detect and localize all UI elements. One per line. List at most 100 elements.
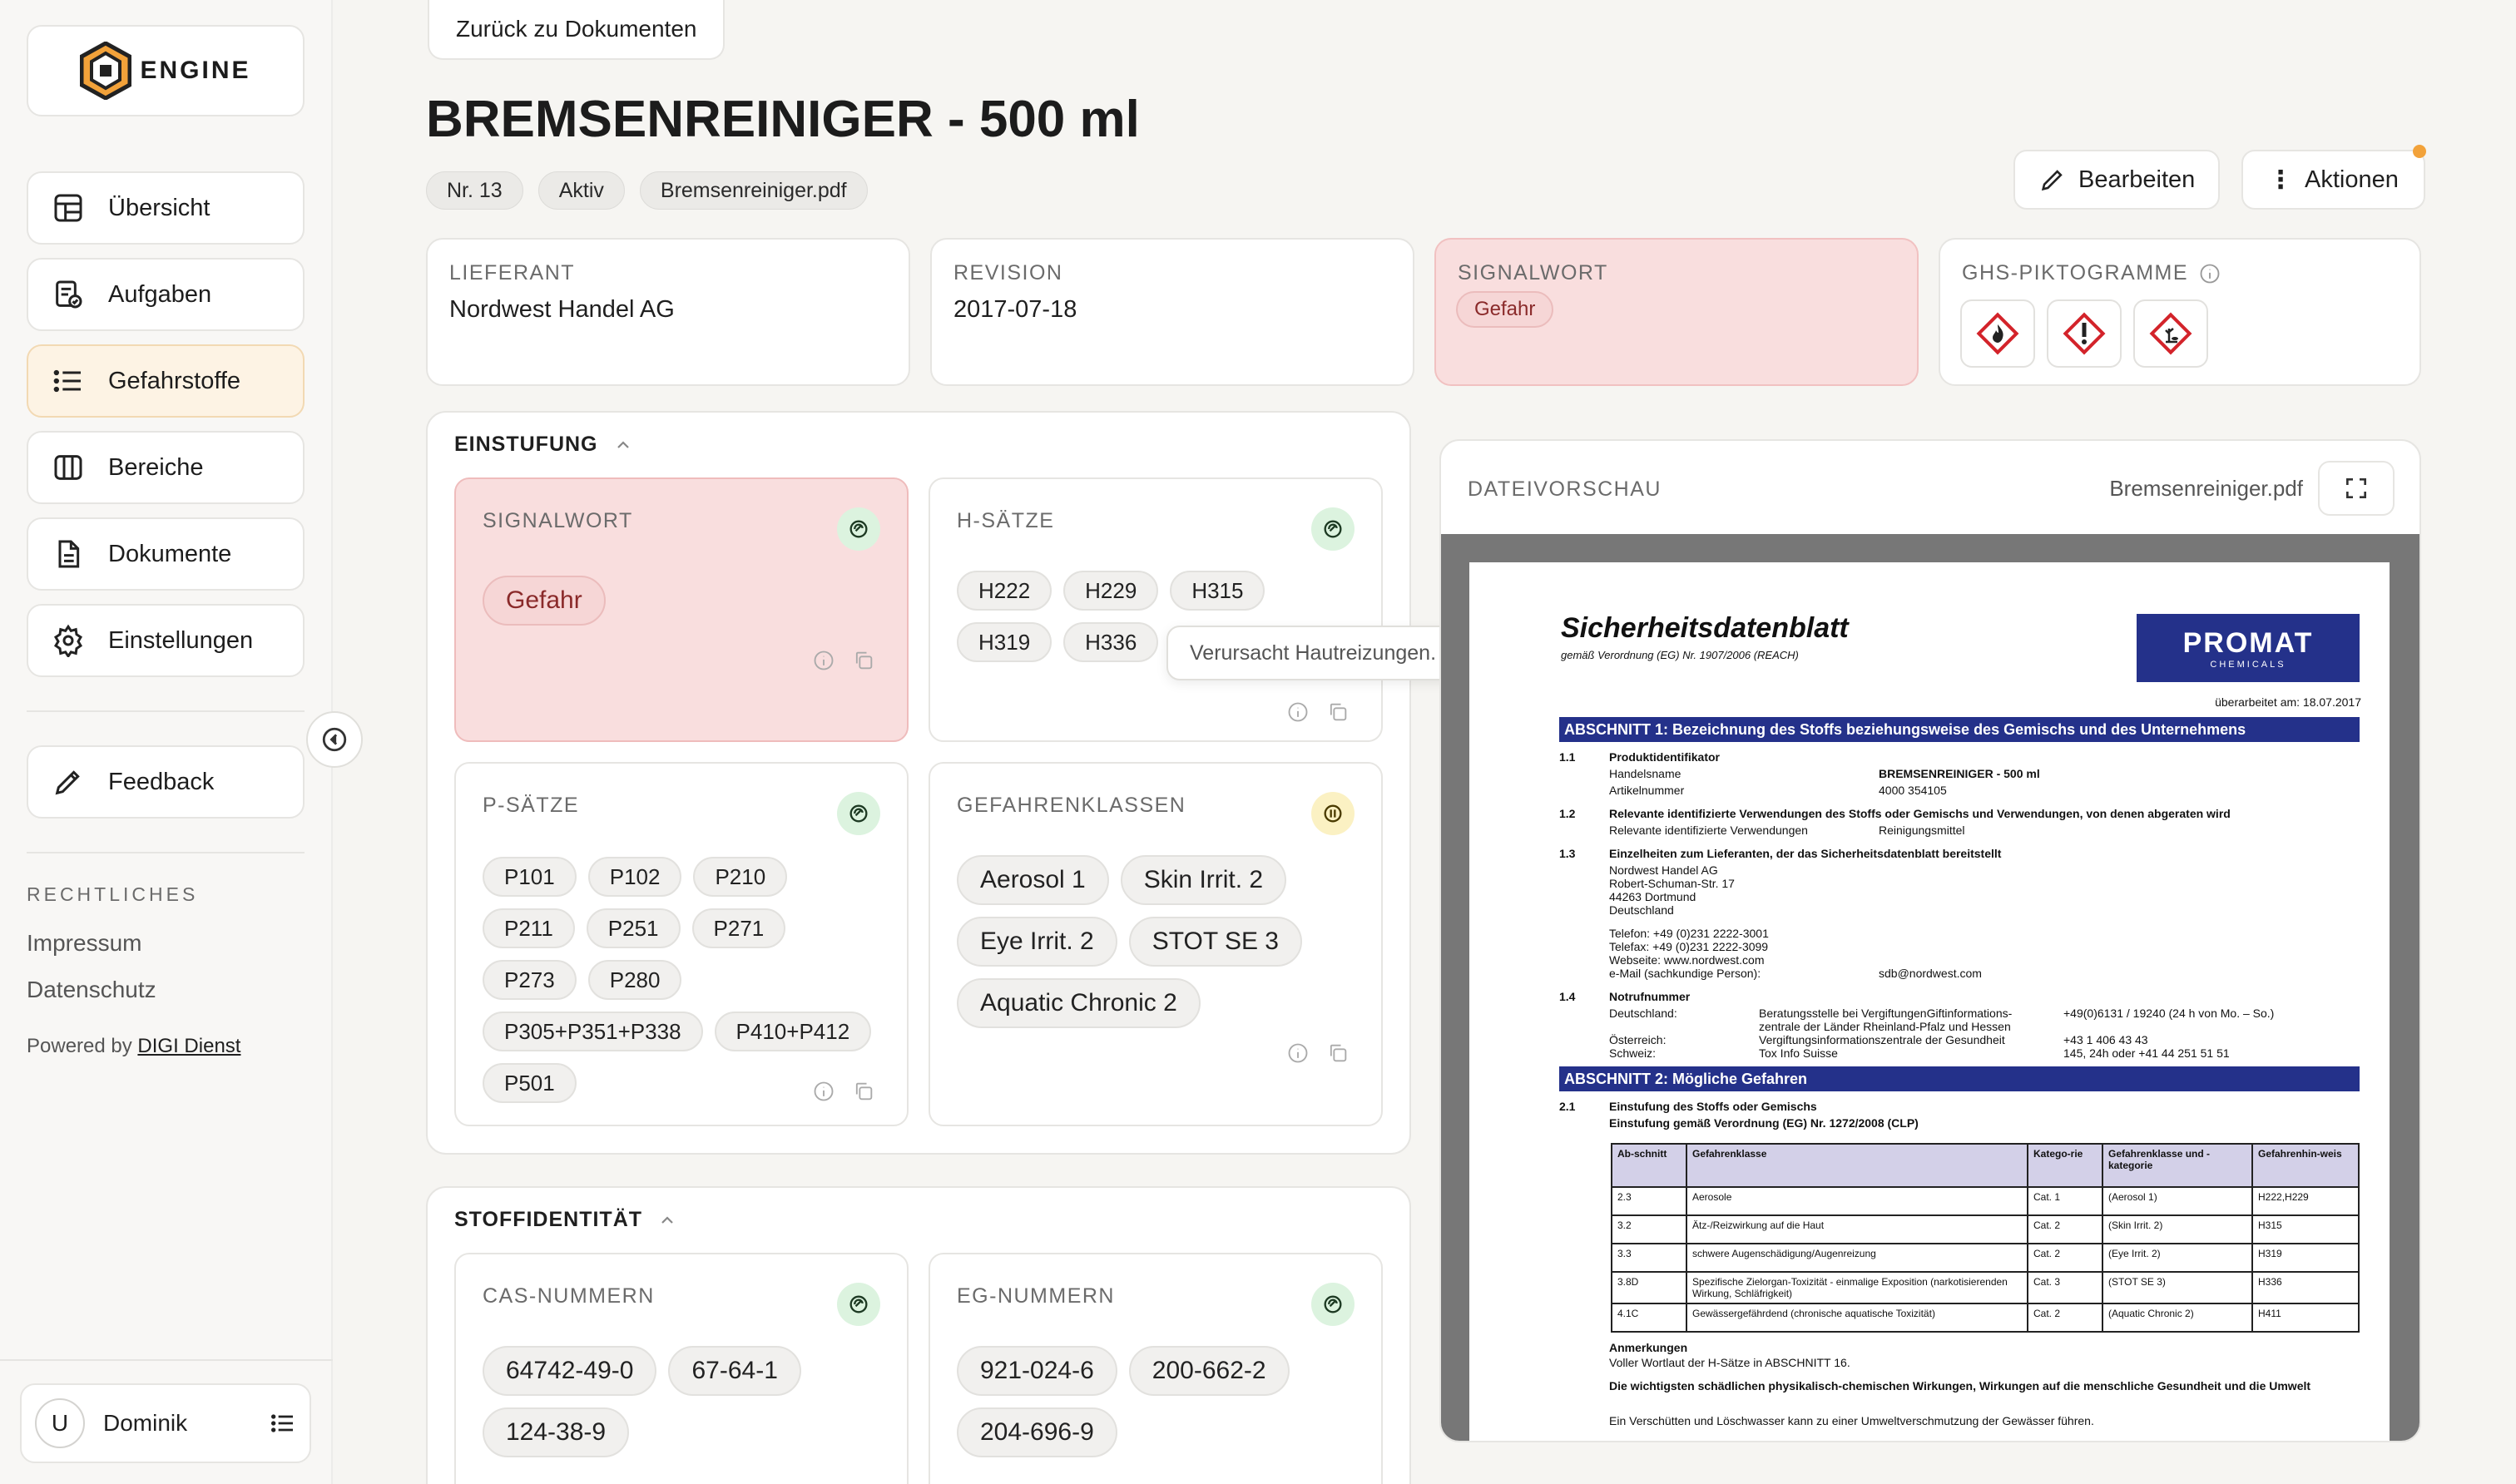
- row-value: zentrale der Länder Rheinland-Pfalz und …: [1759, 1020, 2011, 1033]
- p-tag[interactable]: P280: [587, 960, 682, 1000]
- info-icon[interactable]: [2198, 262, 2221, 285]
- gk-tag[interactable]: STOT SE 3: [1128, 917, 1302, 967]
- cas-tag[interactable]: 67-64-1: [668, 1346, 801, 1396]
- h-tag[interactable]: H222: [957, 571, 1052, 611]
- environment-pictogram-icon[interactable]: [2133, 299, 2208, 368]
- sidebar-item-uebersicht[interactable]: Übersicht: [27, 171, 305, 245]
- card-actions: [1286, 1041, 1350, 1065]
- cas-tag[interactable]: 64742-49-0: [483, 1346, 657, 1396]
- cas-tag[interactable]: 124-38-9: [483, 1407, 630, 1457]
- row-value: 4000 354105: [1879, 784, 1947, 797]
- p-tag[interactable]: P271: [691, 908, 786, 948]
- p-tag[interactable]: P101: [483, 857, 577, 897]
- copy-icon[interactable]: [852, 649, 875, 672]
- table-cell: H315: [2251, 1214, 2360, 1244]
- preview-label: DATEIVORSCHAU: [1468, 477, 1662, 501]
- logo[interactable]: ENGINE: [27, 25, 305, 116]
- p-tag[interactable]: P273: [483, 960, 577, 1000]
- h-tag[interactable]: H229: [1063, 571, 1159, 611]
- flame-pictogram-icon[interactable]: [1960, 299, 2035, 368]
- eg-tag[interactable]: 921-024-6: [957, 1346, 1117, 1396]
- sidebar-item-aufgaben[interactable]: Aufgaben: [27, 258, 305, 331]
- file-text-icon: [58, 540, 80, 568]
- table-cell: H411: [2251, 1303, 2360, 1333]
- section-1-band: ABSCHNITT 1: Bezeichnung des Stoffs bezi…: [1559, 717, 2360, 742]
- table-cell: Ätz-/Reizwirkung auf die Haut: [1686, 1214, 2028, 1244]
- info-icon[interactable]: [1286, 700, 1310, 724]
- feedback-button[interactable]: Feedback: [27, 745, 305, 819]
- datenschutz-link[interactable]: Datenschutz: [27, 977, 156, 1003]
- hazard-table: Ab-schnitt Gefahrenklasse Katego-rie Gef…: [1611, 1143, 2360, 1333]
- row-value: +49(0)6131 / 19240 (24 h von Mo. – So.): [2063, 1007, 2275, 1020]
- table-row: 3.8D Spezifische Zielorgan-Toxizität - ei…: [1611, 1271, 2360, 1304]
- gk-tag[interactable]: Aquatic Chronic 2: [957, 978, 1201, 1028]
- status-warning-icon: [1311, 792, 1355, 835]
- gk-tag[interactable]: Skin Irrit. 2: [1120, 855, 1287, 905]
- cas-tags: 64742-49-0 67-64-1 124-38-9: [483, 1346, 865, 1457]
- p-saetze-subcard: P-SÄTZE P101 P102 P210 P211 P251 P271 P2…: [454, 762, 909, 1126]
- actions-button[interactable]: ⋮ Aktionen: [2241, 150, 2425, 210]
- sidebar-item-bereiche[interactable]: Bereiche: [27, 431, 305, 504]
- fullscreen-button[interactable]: [2318, 461, 2395, 516]
- table-cell: 4.1C: [1611, 1303, 1687, 1333]
- copy-icon[interactable]: [1326, 1041, 1350, 1065]
- ghs-label-row: GHS-PIKTOGRAMME: [1962, 261, 2221, 285]
- back-to-documents-button[interactable]: Zurück zu Dokumenten: [428, 0, 726, 60]
- gk-tag[interactable]: Aerosol 1: [957, 855, 1109, 905]
- user-name: Dominik: [103, 1410, 188, 1436]
- h-tag[interactable]: H315: [1170, 571, 1265, 611]
- p-tag[interactable]: P211: [483, 908, 575, 948]
- p-tag[interactable]: P251: [586, 908, 681, 948]
- row-value: Beratungsstelle bei VergiftungenGiftinfo…: [1759, 1007, 2013, 1020]
- table-cell: Cat. 2: [2027, 1303, 2103, 1333]
- eg-tag[interactable]: 204-696-9: [957, 1407, 1117, 1457]
- info-icon[interactable]: [1286, 1041, 1310, 1065]
- edit-button[interactable]: Bearbeiten: [2013, 150, 2221, 210]
- sidebar-item-dokumente[interactable]: Dokumente: [27, 517, 305, 591]
- p-tag[interactable]: P210: [693, 857, 788, 897]
- powered-link[interactable]: DIGI Dienst: [137, 1035, 240, 1057]
- pdf-viewport[interactable]: Sicherheitsdatenblatt gemäß Verordnung (…: [1441, 534, 2419, 1441]
- engine-logo-icon: [80, 42, 132, 100]
- eg-label: EG-NUMMERN: [957, 1284, 1115, 1308]
- row-key: Deutschland: [1609, 903, 1674, 917]
- promat-logo: PROMAT CHEMICALS: [2137, 614, 2360, 682]
- p-tag[interactable]: P410+P412: [714, 1012, 872, 1051]
- sidebar-item-einstellungen[interactable]: Einstellungen: [27, 604, 305, 677]
- p-tag[interactable]: P102: [587, 857, 682, 897]
- sidebar-item-gefahrstoffe[interactable]: Gefahrstoffe: [27, 344, 305, 418]
- actions-label: Aktionen: [2305, 166, 2399, 193]
- copy-icon[interactable]: [1326, 700, 1350, 724]
- row-heading: Einstufung gemäß Verordnung (EG) Nr. 127…: [1609, 1116, 1919, 1130]
- status-ok-icon: [837, 507, 880, 551]
- impressum-link[interactable]: Impressum: [27, 930, 141, 957]
- table-cell: Cat. 2: [2027, 1243, 2103, 1273]
- exclamation-pictogram-icon[interactable]: [2047, 299, 2122, 368]
- gear-icon: [53, 624, 83, 657]
- h-tag[interactable]: H319: [957, 622, 1052, 662]
- einstufung-header[interactable]: EINSTUFUNG: [454, 433, 633, 457]
- clipboard-check-icon: [56, 280, 82, 309]
- sidebar-collapse-button[interactable]: [306, 711, 363, 768]
- ghs-card: GHS-PIKTOGRAMME: [1939, 238, 2421, 386]
- table-cell: Cat. 3: [2027, 1271, 2103, 1304]
- ghs-pictograms: [1960, 299, 2208, 368]
- file-badge[interactable]: Bremsenreiniger.pdf: [639, 171, 868, 210]
- copy-icon[interactable]: [852, 1080, 875, 1103]
- gk-tag[interactable]: Eye Irrit. 2: [957, 917, 1117, 967]
- h-tag[interactable]: H336: [1063, 622, 1159, 662]
- signalwort-badge: Gefahr: [1456, 291, 1554, 328]
- stoffidentitaet-header[interactable]: STOFFIDENTITÄT: [454, 1208, 677, 1232]
- menu-list-icon: [271, 1414, 293, 1432]
- p-tag[interactable]: P501: [483, 1063, 577, 1103]
- info-icon[interactable]: [812, 649, 835, 672]
- header-chips: Nr. 13 Aktiv Bremsenreiniger.pdf: [426, 171, 868, 210]
- p-tag[interactable]: P305+P351+P338: [483, 1012, 703, 1051]
- table-cell: (Aerosol 1): [2102, 1186, 2253, 1216]
- table-header: Katego-rie: [2027, 1143, 2103, 1188]
- row-key: Österreich:: [1609, 1033, 1667, 1046]
- feedback-label: Feedback: [108, 768, 215, 795]
- eg-tag[interactable]: 200-662-2: [1128, 1346, 1290, 1396]
- info-icon[interactable]: [812, 1080, 835, 1103]
- user-menu[interactable]: U Dominik: [20, 1383, 311, 1463]
